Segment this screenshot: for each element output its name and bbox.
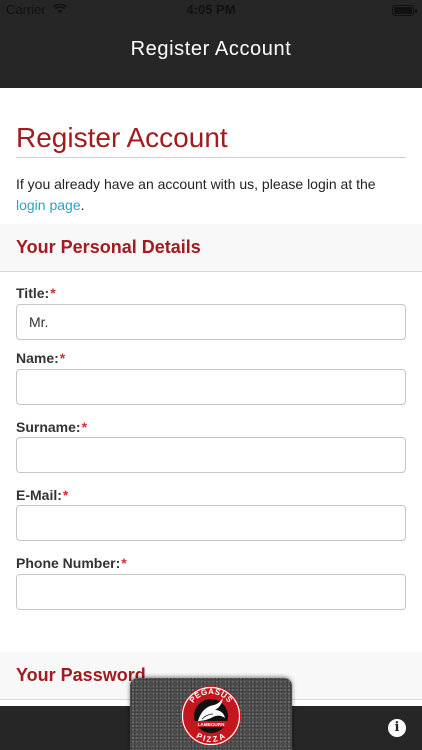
nav-title: Register Account xyxy=(130,38,292,60)
intro-text: If you already have an account with us, … xyxy=(16,174,406,216)
clock: 4:05 PM xyxy=(186,2,236,17)
title-divider xyxy=(16,157,406,158)
required-mark: * xyxy=(59,350,66,366)
personal-details-header: Your Personal Details xyxy=(0,224,422,272)
title-label-text: Title: xyxy=(16,285,50,301)
logo-middle-text: LAMBOURN xyxy=(198,722,225,727)
title-label: Title:* xyxy=(16,285,56,301)
personal-details-title: Your Personal Details xyxy=(16,237,201,257)
phone-label: Phone Number:* xyxy=(16,555,127,571)
required-mark: * xyxy=(81,419,88,435)
intro-text-end: . xyxy=(80,197,85,213)
name-label-text: Name: xyxy=(16,350,59,366)
name-label: Name:* xyxy=(16,350,65,366)
phone-label-text: Phone Number: xyxy=(16,555,121,571)
required-mark: * xyxy=(50,285,56,301)
surname-label-text: Surname: xyxy=(16,419,81,435)
required-mark: * xyxy=(62,487,69,503)
surname-input[interactable] xyxy=(16,437,406,473)
name-input[interactable] xyxy=(16,369,406,405)
battery-icon xyxy=(392,5,417,16)
info-icon[interactable]: i xyxy=(388,719,406,737)
pegasus-pizza-logo: LAMBOURN PEGASUS PIZZA xyxy=(181,686,241,746)
email-label: E-Mail:* xyxy=(16,487,68,503)
logo-tab[interactable]: LAMBOURN PEGASUS PIZZA xyxy=(130,678,292,750)
form-content[interactable]: Register Account If you already have an … xyxy=(0,88,422,706)
login-page-link[interactable]: login page xyxy=(16,197,81,213)
phone-input[interactable] xyxy=(16,574,406,610)
page-title: Register Account xyxy=(16,122,228,153)
email-label-text: E-Mail: xyxy=(16,487,62,503)
email-input[interactable] xyxy=(16,505,406,541)
title-select[interactable]: Mr. xyxy=(16,304,406,340)
password-title: Your Password xyxy=(16,665,146,685)
top-bar: Carrier 4:05 PM Register Account xyxy=(0,0,422,88)
required-mark: * xyxy=(121,555,127,571)
surname-label: Surname:* xyxy=(16,419,87,435)
intro-text-main: If you already have an account with us, … xyxy=(16,176,376,192)
nav-bar: Register Account xyxy=(0,22,422,88)
status-bar: Carrier 4:05 PM xyxy=(0,0,422,22)
